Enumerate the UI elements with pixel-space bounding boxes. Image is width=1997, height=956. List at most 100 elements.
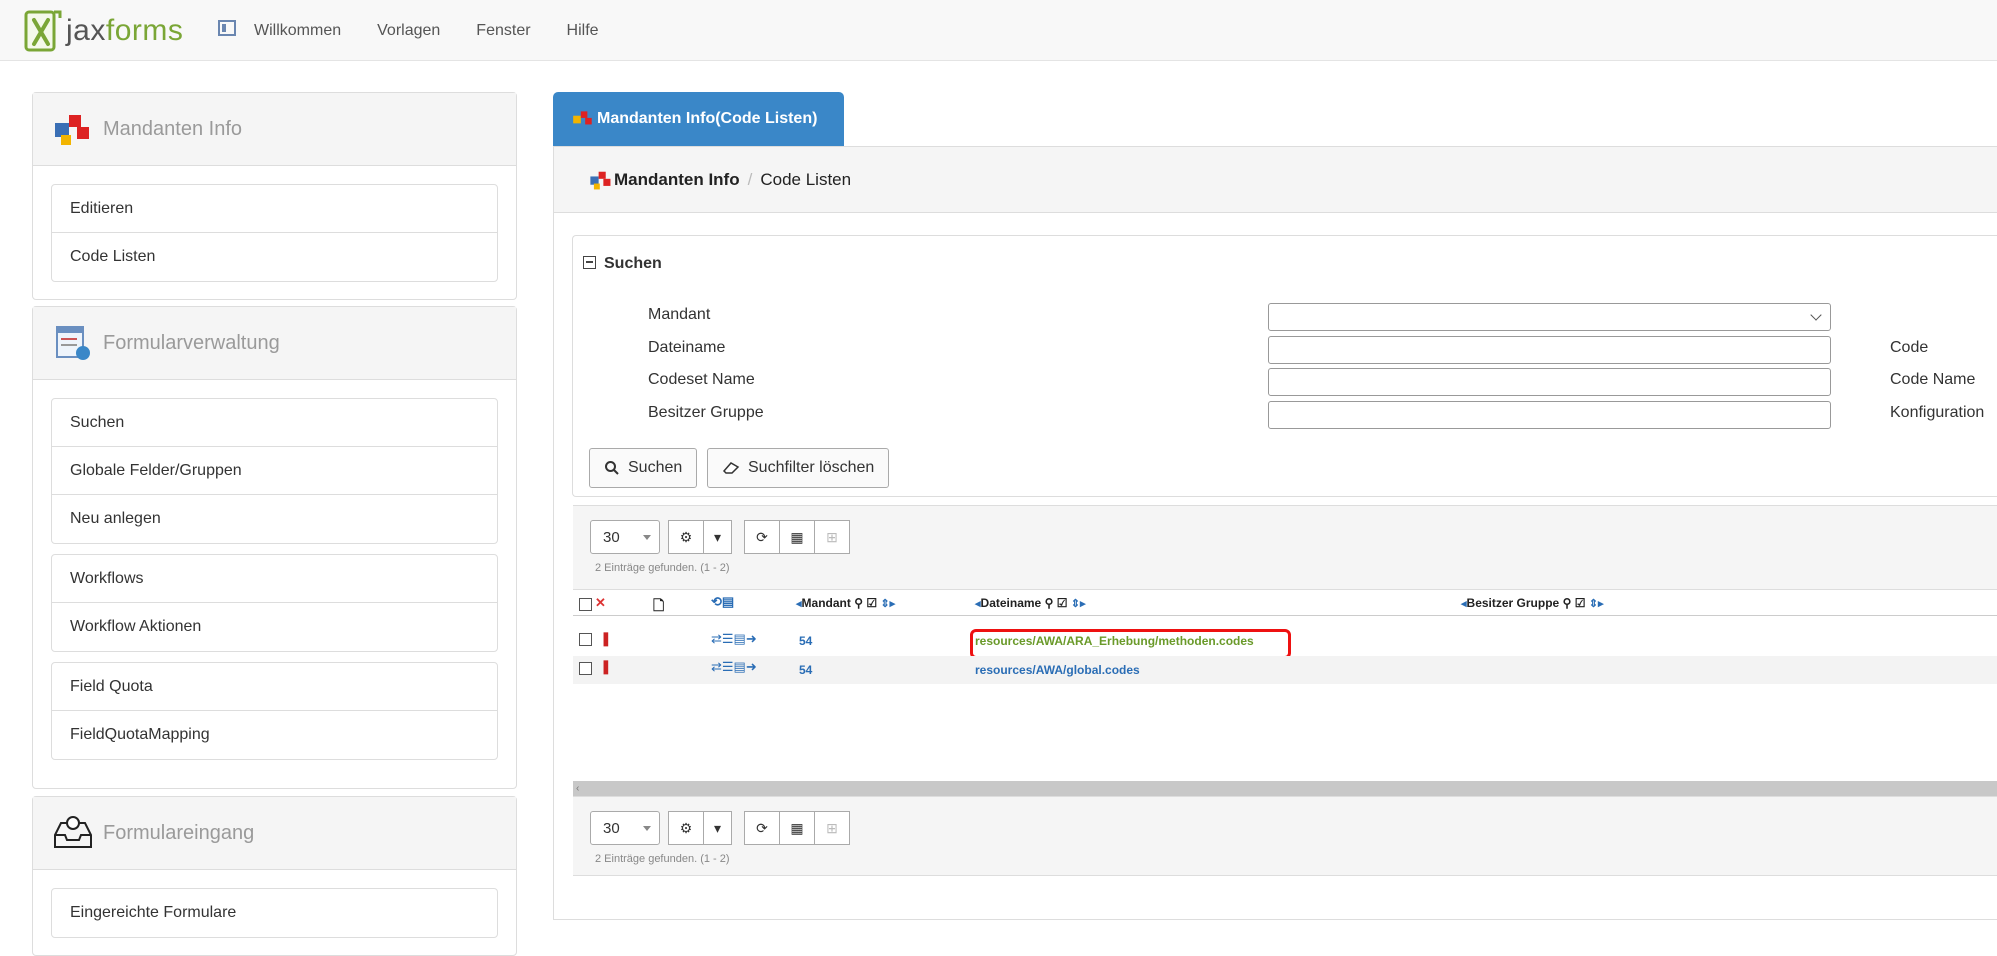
page-size-select[interactable]: 30 bbox=[590, 520, 660, 554]
sidebar-item-field-quota-mapping[interactable]: FieldQuotaMapping bbox=[52, 711, 497, 759]
clear-filter-button[interactable]: Suchfilter löschen bbox=[707, 448, 890, 488]
gear-icon[interactable]: ⚙ bbox=[668, 520, 704, 554]
column-dateiname[interactable]: ◂Dateiname ⚲ ☑ ⇕▸ bbox=[975, 596, 1086, 610]
tab-label: Mandanten Info(Code Listen) bbox=[597, 110, 818, 127]
mandant-link[interactable]: 54 bbox=[799, 663, 812, 677]
sort-icon: ⇕▸ bbox=[1588, 598, 1604, 610]
sidebar-item-neu-anlegen[interactable]: Neu anlegen bbox=[52, 495, 497, 543]
menu-group: Suchen Globale Felder/Gruppen Neu anlege… bbox=[51, 398, 498, 544]
search-icon: ⚲ bbox=[854, 596, 864, 610]
menu-group: Field Quota FieldQuotaMapping bbox=[51, 662, 498, 760]
sidebar-item-field-quota[interactable]: Field Quota bbox=[52, 663, 497, 711]
sort-icon: ⇕▸ bbox=[1070, 598, 1086, 610]
sidebar-toggle-icon[interactable] bbox=[218, 20, 236, 36]
page-size-select[interactable]: 30 bbox=[590, 811, 660, 845]
label-code: Code bbox=[1890, 339, 1929, 356]
table-row[interactable]: ❚ ⇄☰▤➜ 54 resources/AWA/global.codes bbox=[573, 656, 1997, 684]
search-icon: ⚲ bbox=[1044, 596, 1054, 610]
sidebar-item-code-listen[interactable]: Code Listen bbox=[52, 233, 497, 281]
menu-group: Editieren Code Listen bbox=[51, 184, 498, 282]
breadcrumb: Mandanten Info / Code Listen bbox=[554, 147, 1997, 213]
horizontal-scrollbar[interactable] bbox=[573, 781, 1997, 796]
pin-icon[interactable]: ❚ bbox=[600, 630, 612, 647]
gear-icon[interactable]: ⚙ bbox=[668, 811, 704, 845]
checkbox-icon: ☑ bbox=[1056, 596, 1068, 610]
chevron-down-icon bbox=[1810, 309, 1822, 321]
delete-icon[interactable]: ✕ bbox=[595, 595, 606, 611]
breadcrumb-separator: / bbox=[747, 169, 753, 189]
puzzle-icon bbox=[573, 111, 592, 125]
grid-layout-icon[interactable]: ⊞ bbox=[814, 520, 850, 554]
row-checkbox[interactable] bbox=[579, 662, 592, 675]
panel-formulareingang: Formulareingang Eingereichte Formulare bbox=[32, 796, 517, 956]
label-dateiname: Dateiname bbox=[648, 339, 726, 356]
entries-found-text: 2 Einträge gefunden. (1 - 2) bbox=[595, 853, 730, 865]
dateiname-input[interactable] bbox=[1268, 336, 1831, 364]
jaxforms-logo-icon bbox=[24, 10, 62, 52]
sidebar-item-globale-felder[interactable]: Globale Felder/Gruppen bbox=[52, 447, 497, 495]
grid-header: ✕ 🗋 ⟲▤ ◂Mandant ⚲ ☑ ⇕▸ ◂Dateiname ⚲ ☑ ⇕▸… bbox=[573, 587, 1997, 616]
select-all-checkbox[interactable] bbox=[579, 598, 592, 611]
refresh-icon[interactable]: ⟳ bbox=[744, 811, 780, 845]
search-icon: ⚲ bbox=[1562, 596, 1572, 610]
label-code-name: Code Name bbox=[1890, 371, 1976, 388]
label-codeset-name: Codeset Name bbox=[648, 371, 755, 388]
grid-layout-icon[interactable]: ⊞ bbox=[814, 811, 850, 845]
sidebar-item-editieren[interactable]: Editieren bbox=[52, 185, 497, 233]
label-konfiguration: Konfiguration bbox=[1890, 404, 1985, 421]
column-besitzer-gruppe[interactable]: ◂Besitzer Gruppe ⚲ ☑ ⇕▸ bbox=[1461, 596, 1604, 610]
row-action-icons[interactable]: ⇄☰▤➜ bbox=[711, 659, 757, 675]
nav-vorlagen[interactable]: Vorlagen bbox=[377, 22, 440, 40]
panel-title: Formulareingang bbox=[103, 821, 255, 844]
puzzle-icon bbox=[590, 171, 611, 189]
sidebar-item-workflows[interactable]: Workflows bbox=[52, 555, 497, 603]
sidebar-item-eingereichte-formulare[interactable]: Eingereichte Formulare bbox=[52, 889, 497, 937]
pin-icon[interactable]: ❚ bbox=[600, 658, 612, 675]
dropdown-caret-icon[interactable]: ▾ bbox=[703, 520, 732, 554]
dateiname-link[interactable]: resources/AWA/global.codes bbox=[975, 663, 1140, 677]
search-button[interactable]: Suchen bbox=[589, 448, 698, 488]
besitzer-gruppe-input[interactable] bbox=[1268, 401, 1831, 429]
sort-icon: ⇕▸ bbox=[880, 598, 896, 610]
sidebar-item-workflow-aktionen[interactable]: Workflow Aktionen bbox=[52, 603, 497, 651]
dropdown-caret-icon[interactable]: ▾ bbox=[703, 811, 732, 845]
eraser-icon bbox=[722, 462, 740, 474]
nav-willkommen[interactable]: Willkommen bbox=[254, 22, 341, 40]
label-besitzer-gruppe: Besitzer Gruppe bbox=[648, 404, 764, 421]
document-icon[interactable]: 🗋 bbox=[653, 595, 664, 619]
search-panel: Suchen Mandant Dateiname Code Codeset Na… bbox=[572, 235, 1997, 497]
main-nav: Willkommen Vorlagen Fenster Hilfe bbox=[254, 0, 635, 61]
row-action-icons[interactable]: ⇄☰▤➜ bbox=[711, 631, 757, 647]
scroll-left-icon[interactable]: ‹ bbox=[576, 783, 579, 794]
inbox-icon bbox=[54, 816, 92, 848]
label-mandant: Mandant bbox=[648, 306, 711, 323]
nav-hilfe[interactable]: Hilfe bbox=[567, 22, 599, 40]
panel-mandanten-info: Mandanten Info Editieren Code Listen bbox=[32, 92, 517, 300]
checkbox-icon: ☑ bbox=[1574, 596, 1586, 610]
search-collapse-toggle[interactable]: Suchen bbox=[583, 255, 662, 273]
panel-title: Formularverwaltung bbox=[103, 331, 280, 354]
grid-toolbar-top: 30 ⚙ ▾ ⟳ ▦ ⊞ 2 Einträge gefunden. (1 - 2… bbox=[573, 505, 1997, 590]
mandant-select[interactable] bbox=[1268, 303, 1831, 331]
tab-code-listen[interactable]: Mandanten Info(Code Listen) bbox=[553, 92, 844, 146]
table-view-icon[interactable]: ▦ bbox=[779, 811, 815, 845]
checkbox-icon: ☑ bbox=[866, 596, 878, 610]
panel-header: Formulareingang bbox=[33, 797, 516, 870]
row-checkbox[interactable] bbox=[579, 633, 592, 646]
nav-fenster[interactable]: Fenster bbox=[476, 22, 530, 40]
mandant-link[interactable]: 54 bbox=[799, 634, 812, 648]
column-mandant[interactable]: ◂Mandant ⚲ ☑ ⇕▸ bbox=[796, 596, 895, 610]
breadcrumb-mandanten-info[interactable]: Mandanten Info bbox=[614, 170, 740, 190]
search-title: Suchen bbox=[604, 255, 662, 272]
search-icon bbox=[605, 461, 619, 475]
table-view-icon[interactable]: ▦ bbox=[779, 520, 815, 554]
panel-formularverwaltung: Formularverwaltung Suchen Globale Felder… bbox=[32, 306, 517, 789]
app-logo[interactable]: jaxforms bbox=[24, 6, 183, 56]
actions-header-icon[interactable]: ⟲▤ bbox=[711, 594, 734, 610]
panel-header: Mandanten Info bbox=[33, 93, 516, 166]
refresh-icon[interactable]: ⟳ bbox=[744, 520, 780, 554]
panel-title: Mandanten Info bbox=[103, 117, 242, 140]
codeset-name-input[interactable] bbox=[1268, 368, 1831, 396]
breadcrumb-code-listen: Code Listen bbox=[760, 169, 852, 189]
sidebar-item-suchen[interactable]: Suchen bbox=[52, 399, 497, 447]
